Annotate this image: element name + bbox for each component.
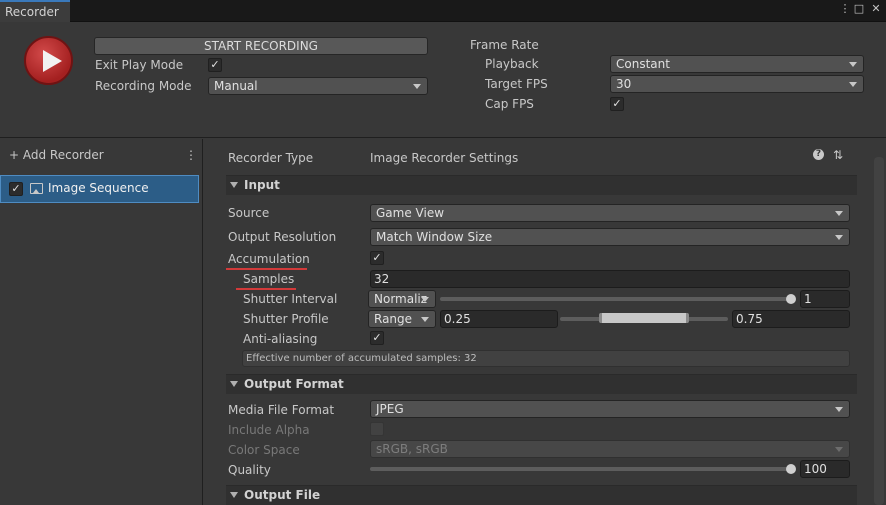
recorder-list-menu-icon[interactable]: ⋮ [185,148,197,162]
recording-mode-label: Recording Mode [95,79,192,93]
quality-slider-handle[interactable] [786,464,796,474]
window-tab-bar: Recorder ⋮ □ ✕ [0,0,886,22]
shutter-interval-slider[interactable] [440,297,792,301]
image-icon-mountain [33,189,39,193]
tab-recorder[interactable]: Recorder [0,0,70,22]
output-resolution-value: Match Window Size [376,230,493,244]
output-file-section-header[interactable]: Output File [226,485,857,505]
accumulation-annotation-underline [226,268,307,270]
close-icon[interactable]: ✕ [869,2,883,18]
input-header-label: Input [244,178,280,192]
target-fps-label: Target FPS [485,77,548,91]
shutter-profile-min-input[interactable]: 0.25 [440,310,558,328]
media-file-format-dropdown[interactable]: JPEG [370,400,850,418]
recording-mode-value: Manual [214,79,258,93]
chevron-down-icon [835,447,843,452]
playback-label: Playback [485,57,539,71]
include-alpha-label: Include Alpha [228,423,310,437]
input-section-header[interactable]: Input [226,175,857,195]
shutter-interval-input[interactable]: 1 [800,290,850,308]
record-play-button[interactable] [24,36,73,85]
media-file-format-value: JPEG [376,402,404,416]
output-file-header-label: Output File [244,488,321,502]
accumulation-checkbox[interactable]: ✓ [370,251,384,265]
source-dropdown[interactable]: Game View [370,204,850,222]
quality-label: Quality [228,463,271,477]
maximize-icon[interactable]: □ [852,2,866,18]
recorder-settings-panel: Recorder Type Image Recorder Settings ? … [204,139,886,505]
frame-rate-label: Frame Rate [470,38,539,52]
cap-fps-label: Cap FPS [485,97,534,111]
shutter-interval-slider-handle[interactable] [786,294,796,304]
chevron-down-icon [413,84,421,89]
cap-fps-checkbox[interactable]: ✓ [610,97,624,111]
play-icon [43,50,62,72]
chevron-down-icon [835,211,843,216]
samples-annotation-underline [236,288,296,290]
help-icon[interactable]: ? [813,149,824,160]
tab-title: Recorder [5,5,59,19]
include-alpha-checkbox [370,422,384,436]
target-fps-value: 30 [616,77,632,91]
shutter-profile-label: Shutter Profile [243,312,329,326]
accumulation-label: Accumulation [228,252,310,266]
shutter-interval-mode-dropdown[interactable]: Normaliz [368,290,436,308]
color-space-value: sRGB, sRGB [376,442,448,456]
accumulation-help-box: Effective number of accumulated samples:… [242,350,850,367]
foldout-arrow-icon [230,492,238,498]
exit-play-mode-checkbox[interactable]: ✓ [208,58,222,72]
recorder-enabled-checkbox[interactable]: ✓ [9,182,23,196]
color-space-dropdown: sRGB, sRGB [370,440,850,458]
recorder-item-image-sequence[interactable]: ✓ Image Sequence [0,175,199,203]
shutter-profile-range-handle[interactable] [599,313,689,323]
shutter-interval-label: Shutter Interval [243,292,338,306]
quality-input[interactable]: 100 [800,460,850,478]
vertical-scrollbar[interactable] [874,157,884,505]
shutter-profile-mode-dropdown[interactable]: Range [368,310,436,328]
quality-slider[interactable] [370,467,792,471]
foldout-arrow-icon [230,182,238,188]
recording-mode-dropdown[interactable]: Manual [208,77,428,95]
output-format-header-label: Output Format [244,377,344,391]
add-recorder-button[interactable]: + Add Recorder [9,148,104,162]
foldout-arrow-icon [230,381,238,387]
more-menu-icon[interactable]: ⋮ [838,2,852,18]
image-icon [30,183,43,194]
recorder-list-panel: + Add Recorder ⋮ ✓ Image Sequence [0,139,203,505]
chevron-down-icon [421,317,429,322]
chevron-down-icon [849,62,857,67]
media-file-format-label: Media File Format [228,403,335,417]
shutter-profile-mode-value: Range [374,312,413,326]
output-resolution-label: Output Resolution [228,230,337,244]
start-recording-button[interactable]: START RECORDING [94,37,428,55]
recording-controls: START RECORDING Exit Play Mode ✓ Recordi… [0,22,886,138]
shutter-interval-mode-value: Normaliz [374,292,428,306]
chevron-down-icon [421,297,429,302]
recorder-type-value: Image Recorder Settings [370,151,519,165]
shutter-profile-max-input[interactable]: 0.75 [732,310,850,328]
chevron-down-icon [835,407,843,412]
playback-value: Constant [616,57,670,71]
source-value: Game View [376,206,445,220]
source-label: Source [228,206,270,220]
chevron-down-icon [849,82,857,87]
preset-settings-icon[interactable]: ⇅ [833,148,843,162]
recorder-type-label: Recorder Type [228,151,314,165]
anti-aliasing-label: Anti-aliasing [243,332,318,346]
output-format-section-header[interactable]: Output Format [226,374,857,394]
exit-play-mode-label: Exit Play Mode [95,58,184,72]
color-space-label: Color Space [228,443,300,457]
target-fps-dropdown[interactable]: 30 [610,75,864,93]
output-resolution-dropdown[interactable]: Match Window Size [370,228,850,246]
playback-dropdown[interactable]: Constant [610,55,864,73]
anti-aliasing-checkbox[interactable]: ✓ [370,331,384,345]
recorder-item-label: Image Sequence [48,181,149,195]
samples-label: Samples [243,272,295,286]
samples-input[interactable]: 32 [370,270,850,288]
chevron-down-icon [835,235,843,240]
